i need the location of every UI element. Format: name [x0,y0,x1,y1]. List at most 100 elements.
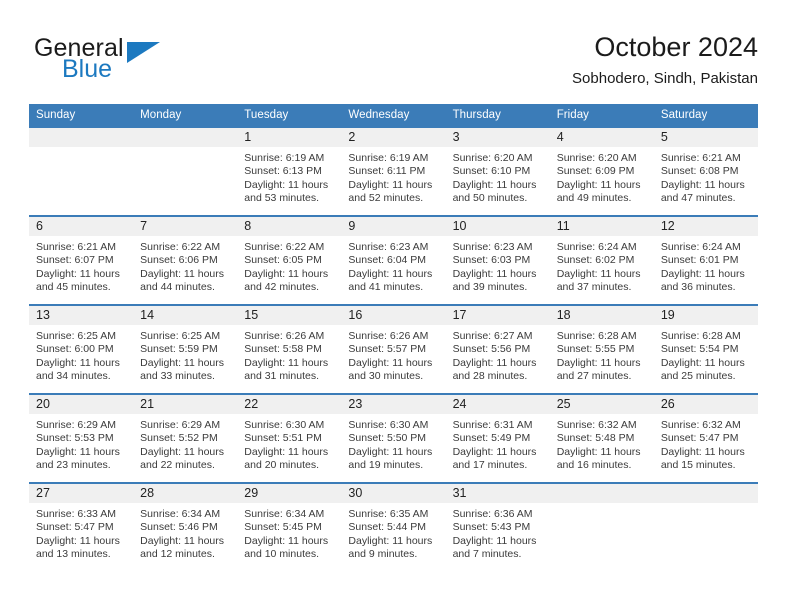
sunrise-text: Sunrise: 6:36 AM [452,508,533,520]
logo-triangle-icon [127,42,160,63]
sunrise-text: Sunrise: 6:34 AM [244,508,325,520]
day-cell[interactable]: 14 Sunrise: 6:25 AM Sunset: 5:59 PM Dayligh… [133,304,238,394]
day-number: 30 [341,484,446,503]
sunset-text: Sunset: 5:46 PM [140,521,218,534]
daylight-text: Daylight: 11 hours and 49 minutes. [556,178,641,205]
page-subtitle: Sobhodero, Sindh, Pakistan [572,70,758,87]
day-cell[interactable]: 20 Sunrise: 6:29 AM Sunset: 5:53 PM Dayligh… [29,393,134,483]
day-number: 2 [341,128,446,147]
day-cell[interactable]: 24 Sunrise: 6:31 AM Sunset: 5:49 PM Dayligh… [445,393,550,483]
day-number: 6 [29,217,134,236]
day-number: 23 [341,395,446,414]
calendar-table: Sunday Monday Tuesday Wednesday Thursday… [29,104,758,572]
weekday-header-thursday: Thursday [445,104,550,127]
sunset-text: Sunset: 5:57 PM [348,343,427,356]
day-number: 17 [445,306,550,325]
day-number: 8 [237,217,342,236]
sunrise-text: Sunrise: 6:20 AM [556,152,637,164]
day-cell[interactable]: 31 Sunrise: 6:36 AM Sunset: 5:43 PM Dayligh… [445,482,550,572]
weekday-header-wednesday: Wednesday [341,104,446,127]
sunrise-text: Sunrise: 6:19 AM [244,152,325,164]
day-cell[interactable]: 8 Sunrise: 6:22 AM Sunset: 6:05 PM Daylight… [237,215,342,305]
sunrise-text: Sunrise: 6:23 AM [348,241,429,253]
daylight-text: Daylight: 11 hours and 37 minutes. [556,267,641,294]
day-cell[interactable]: 4 Sunrise: 6:20 AM Sunset: 6:09 PM Daylight… [549,126,654,216]
day-cell[interactable]: 2 Sunrise: 6:19 AM Sunset: 6:11 PM Daylight… [341,126,446,216]
sunset-text: Sunset: 5:47 PM [660,432,739,445]
day-cell[interactable]: 7 Sunrise: 6:22 AM Sunset: 6:06 PM Daylight… [133,215,238,305]
day-cell[interactable]: 13 Sunrise: 6:25 AM Sunset: 6:00 PM Dayligh… [29,304,134,394]
day-cell[interactable]: 3 Sunrise: 6:20 AM Sunset: 6:10 PM Daylight… [445,126,550,216]
day-number [549,484,654,503]
day-cell[interactable]: 16 Sunrise: 6:26 AM Sunset: 5:57 PM Dayligh… [341,304,446,394]
day-number: 15 [237,306,342,325]
day-number [133,128,238,147]
calendar-page: General Blue October 2024 Sobhodero, Sin… [0,0,792,612]
daylight-text: Daylight: 11 hours and 22 minutes. [140,445,224,472]
week-row: 13 Sunrise: 6:25 AM Sunset: 6:00 PM Dayligh… [29,304,758,394]
day-cell[interactable]: 10 Sunrise: 6:23 AM Sunset: 6:03 PM Dayligh… [445,215,550,305]
page-title: October 2024 [594,32,758,62]
daylight-text: Daylight: 11 hours and 28 minutes. [452,356,537,383]
daylight-text: Daylight: 11 hours and 12 minutes. [140,534,224,561]
sunrise-text: Sunrise: 6:26 AM [348,330,429,342]
sunrise-text: Sunrise: 6:28 AM [660,330,741,342]
day-cell[interactable]: 28 Sunrise: 6:34 AM Sunset: 5:46 PM Dayligh… [133,482,238,572]
sunrise-text: Sunrise: 6:34 AM [140,508,221,520]
daylight-text: Daylight: 11 hours and 33 minutes. [140,356,224,383]
day-cell[interactable]: 12 Sunrise: 6:24 AM Sunset: 6:01 PM Dayligh… [653,215,758,305]
day-cell[interactable]: 22 Sunrise: 6:30 AM Sunset: 5:51 PM Dayligh… [237,393,342,483]
day-cell[interactable] [29,126,134,216]
day-number: 5 [653,128,758,147]
day-cell[interactable]: 5 Sunrise: 6:21 AM Sunset: 6:08 PM Daylight… [653,126,758,216]
day-cell[interactable]: 9 Sunrise: 6:23 AM Sunset: 6:04 PM Daylight… [341,215,446,305]
sunrise-text: Sunrise: 6:21 AM [660,152,741,164]
day-cell[interactable]: 26 Sunrise: 6:32 AM Sunset: 5:47 PM Dayligh… [653,393,758,483]
day-cell[interactable] [549,482,654,572]
sunrise-text: Sunrise: 6:25 AM [36,330,116,342]
day-cell[interactable]: 30 Sunrise: 6:35 AM Sunset: 5:44 PM Dayligh… [341,482,446,572]
sunrise-text: Sunrise: 6:24 AM [660,241,741,253]
day-cell[interactable]: 27 Sunrise: 6:33 AM Sunset: 5:47 PM Dayligh… [29,482,134,572]
day-cell[interactable]: 1 Sunrise: 6:19 AM Sunset: 6:13 PM Daylight… [237,126,342,216]
day-cell[interactable]: 11 Sunrise: 6:24 AM Sunset: 6:02 PM Dayligh… [549,215,654,305]
day-number: 18 [549,306,654,325]
sunset-text: Sunset: 5:56 PM [452,343,531,356]
sunset-text: Sunset: 6:07 PM [36,254,114,267]
sunset-text: Sunset: 6:08 PM [660,165,739,178]
day-cell[interactable]: 21 Sunrise: 6:29 AM Sunset: 5:52 PM Dayligh… [133,393,238,483]
daylight-text: Daylight: 11 hours and 39 minutes. [452,267,537,294]
day-number: 12 [653,217,758,236]
day-number: 28 [133,484,238,503]
sunset-text: Sunset: 6:06 PM [140,254,218,267]
day-cell[interactable]: 18 Sunrise: 6:28 AM Sunset: 5:55 PM Dayligh… [549,304,654,394]
daylight-text: Daylight: 11 hours and 44 minutes. [140,267,224,294]
general-blue-logo[interactable]: General Blue [34,36,234,88]
week-row: 1 Sunrise: 6:19 AM Sunset: 6:13 PM Daylight… [29,126,758,216]
day-cell[interactable]: 25 Sunrise: 6:32 AM Sunset: 5:48 PM Dayligh… [549,393,654,483]
day-cell[interactable]: 6 Sunrise: 6:21 AM Sunset: 6:07 PM Daylight… [29,215,134,305]
day-cell[interactable]: 19 Sunrise: 6:28 AM Sunset: 5:54 PM Dayligh… [653,304,758,394]
title-block: October 2024 Sobhodero, Sindh, Pakistan [572,30,758,90]
sunset-text: Sunset: 5:58 PM [244,343,322,356]
sunset-text: Sunset: 6:13 PM [244,165,322,178]
daylight-text: Daylight: 11 hours and 47 minutes. [660,178,745,205]
sunset-text: Sunset: 5:52 PM [140,432,218,445]
daylight-text: Daylight: 11 hours and 20 minutes. [244,445,329,472]
sunset-text: Sunset: 5:43 PM [452,521,531,534]
day-number: 29 [237,484,342,503]
day-number: 25 [549,395,654,414]
day-cell[interactable] [653,482,758,572]
day-number: 20 [29,395,134,414]
day-cell[interactable]: 17 Sunrise: 6:27 AM Sunset: 5:56 PM Dayligh… [445,304,550,394]
daylight-text: Daylight: 11 hours and 53 minutes. [244,178,329,205]
day-cell[interactable]: 15 Sunrise: 6:26 AM Sunset: 5:58 PM Dayligh… [237,304,342,394]
sunrise-text: Sunrise: 6:27 AM [452,330,533,342]
day-cell[interactable]: 29 Sunrise: 6:34 AM Sunset: 5:45 PM Dayligh… [237,482,342,572]
sunset-text: Sunset: 5:53 PM [36,432,114,445]
sunset-text: Sunset: 5:59 PM [140,343,218,356]
sunset-text: Sunset: 5:54 PM [660,343,739,356]
day-number: 10 [445,217,550,236]
day-cell[interactable] [133,126,238,216]
day-cell[interactable]: 23 Sunrise: 6:30 AM Sunset: 5:50 PM Dayligh… [341,393,446,483]
